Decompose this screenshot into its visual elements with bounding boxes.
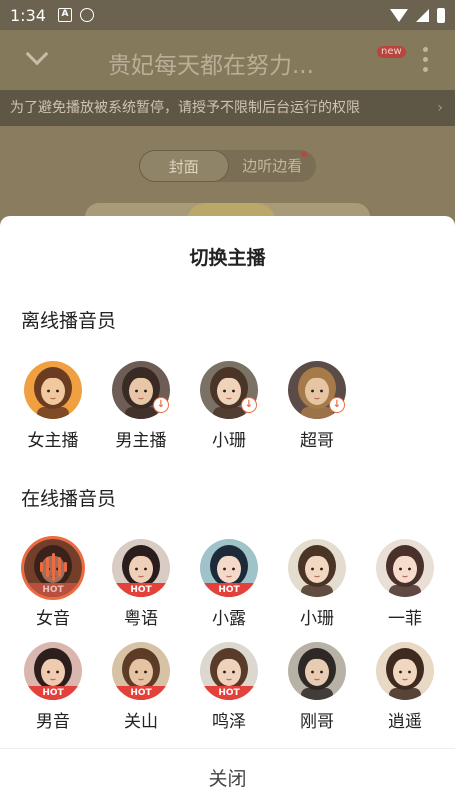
switch-anchor-sheet: 切换主播 离线播音员 女主播 ↓ 男主播 ↓ 小珊 ↓ 超哥 在线播音员 HOT 女音 HOT 粤… — [0, 216, 455, 810]
hot-badge: HOT — [24, 686, 82, 700]
anchor-option[interactable]: 小珊 — [273, 539, 361, 629]
anchor-name: 逍遥 — [388, 712, 422, 732]
anchor-name: 一菲 — [388, 609, 422, 629]
offline-section-title: 离线播音员 — [21, 310, 117, 332]
avatar — [24, 361, 82, 419]
hot-badge: HOT — [200, 583, 258, 597]
anchor-option[interactable]: HOT 男音 — [9, 642, 97, 732]
anchor-option[interactable]: 一菲 — [361, 539, 449, 629]
hot-badge: HOT — [200, 686, 258, 700]
banner-text: 为了避免播放被系统暂停，请授予不限制后台运行的权限 — [10, 100, 360, 116]
online-section-title: 在线播音员 — [21, 488, 117, 510]
wifi-icon — [390, 8, 408, 22]
download-icon: ↓ — [153, 397, 169, 413]
anchor-option[interactable]: 逍遥 — [361, 642, 449, 732]
anchor-option[interactable]: 刚哥 — [273, 642, 361, 732]
hot-badge: HOT — [112, 583, 170, 597]
download-icon: ↓ — [241, 397, 257, 413]
anchor-option[interactable]: HOT 女音 — [9, 539, 97, 629]
chevron-right-icon: › — [437, 100, 443, 116]
background-permission-banner[interactable]: 为了避免播放被系统暂停，请授予不限制后台运行的权限 › — [0, 90, 455, 126]
anchor-option[interactable]: HOT 关山 — [97, 642, 185, 732]
download-icon: ↓ — [329, 397, 345, 413]
avatar: HOT — [200, 642, 258, 700]
anchor-name: 小露 — [212, 609, 246, 629]
anchor-option[interactable]: 女主播 — [9, 361, 97, 451]
new-badge: new — [377, 46, 406, 58]
close-button[interactable]: 关闭 — [0, 749, 455, 810]
anchor-name: 关山 — [124, 712, 158, 732]
page-title: 贵妃每天都在努力... — [108, 53, 314, 79]
avatar — [376, 642, 434, 700]
anchor-option[interactable]: HOT 小露 — [185, 539, 273, 629]
red-dot-indicator — [301, 151, 307, 157]
tab-cover[interactable]: 封面 — [139, 150, 229, 182]
battery-icon — [437, 7, 445, 23]
avatar — [376, 539, 434, 597]
avatar: HOT — [200, 539, 258, 597]
anchor-name: 女主播 — [27, 431, 79, 451]
status-bar: 1:34 A — [0, 0, 455, 30]
offline-anchor-grid: 女主播 ↓ 男主播 ↓ 小珊 ↓ 超哥 — [9, 361, 449, 451]
avatar: HOT — [24, 642, 82, 700]
avatar — [288, 642, 346, 700]
view-toggle: 封面 边听边看 — [139, 150, 316, 182]
playing-wave-icon — [38, 553, 68, 581]
avatar: HOT — [112, 642, 170, 700]
app-notification-icon — [79, 8, 94, 22]
anchor-name: 超哥 — [300, 431, 334, 451]
anchor-option[interactable]: ↓ 男主播 — [97, 361, 185, 451]
font-app-icon: A — [57, 8, 72, 22]
anchor-name: 女音 — [36, 609, 70, 629]
anchor-option[interactable]: ↓ 超哥 — [273, 361, 361, 451]
anchor-name: 男音 — [36, 712, 70, 732]
anchor-option[interactable]: ↓ 小珊 — [185, 361, 273, 451]
online-anchor-grid: HOT 女音 HOT 粤语 HOT 小露 小珊 一菲 HOT 男音 HOT 关山 HOT 鸣泽 刚哥 逍遥 — [9, 539, 449, 732]
signal-icon — [416, 8, 429, 22]
more-icon[interactable] — [423, 47, 429, 72]
anchor-option[interactable]: HOT 粤语 — [97, 539, 185, 629]
avatar — [288, 539, 346, 597]
anchor-name: 男主播 — [115, 431, 167, 451]
anchor-name: 小珊 — [300, 609, 334, 629]
hot-badge: HOT — [24, 583, 82, 597]
anchor-option[interactable]: HOT 鸣泽 — [185, 642, 273, 732]
status-time: 1:34 — [10, 5, 46, 25]
anchor-name: 小珊 — [212, 431, 246, 451]
sheet-title: 切换主播 — [189, 247, 266, 269]
chevron-down-icon[interactable] — [25, 42, 49, 66]
hot-badge: HOT — [112, 686, 170, 700]
anchor-name: 鸣泽 — [212, 712, 246, 732]
header-bar: 贵妃每天都在努力... new — [0, 30, 455, 90]
anchor-name: 粤语 — [124, 609, 158, 629]
avatar: HOT — [24, 539, 82, 597]
anchor-name: 刚哥 — [300, 712, 334, 732]
avatar: HOT — [112, 539, 170, 597]
